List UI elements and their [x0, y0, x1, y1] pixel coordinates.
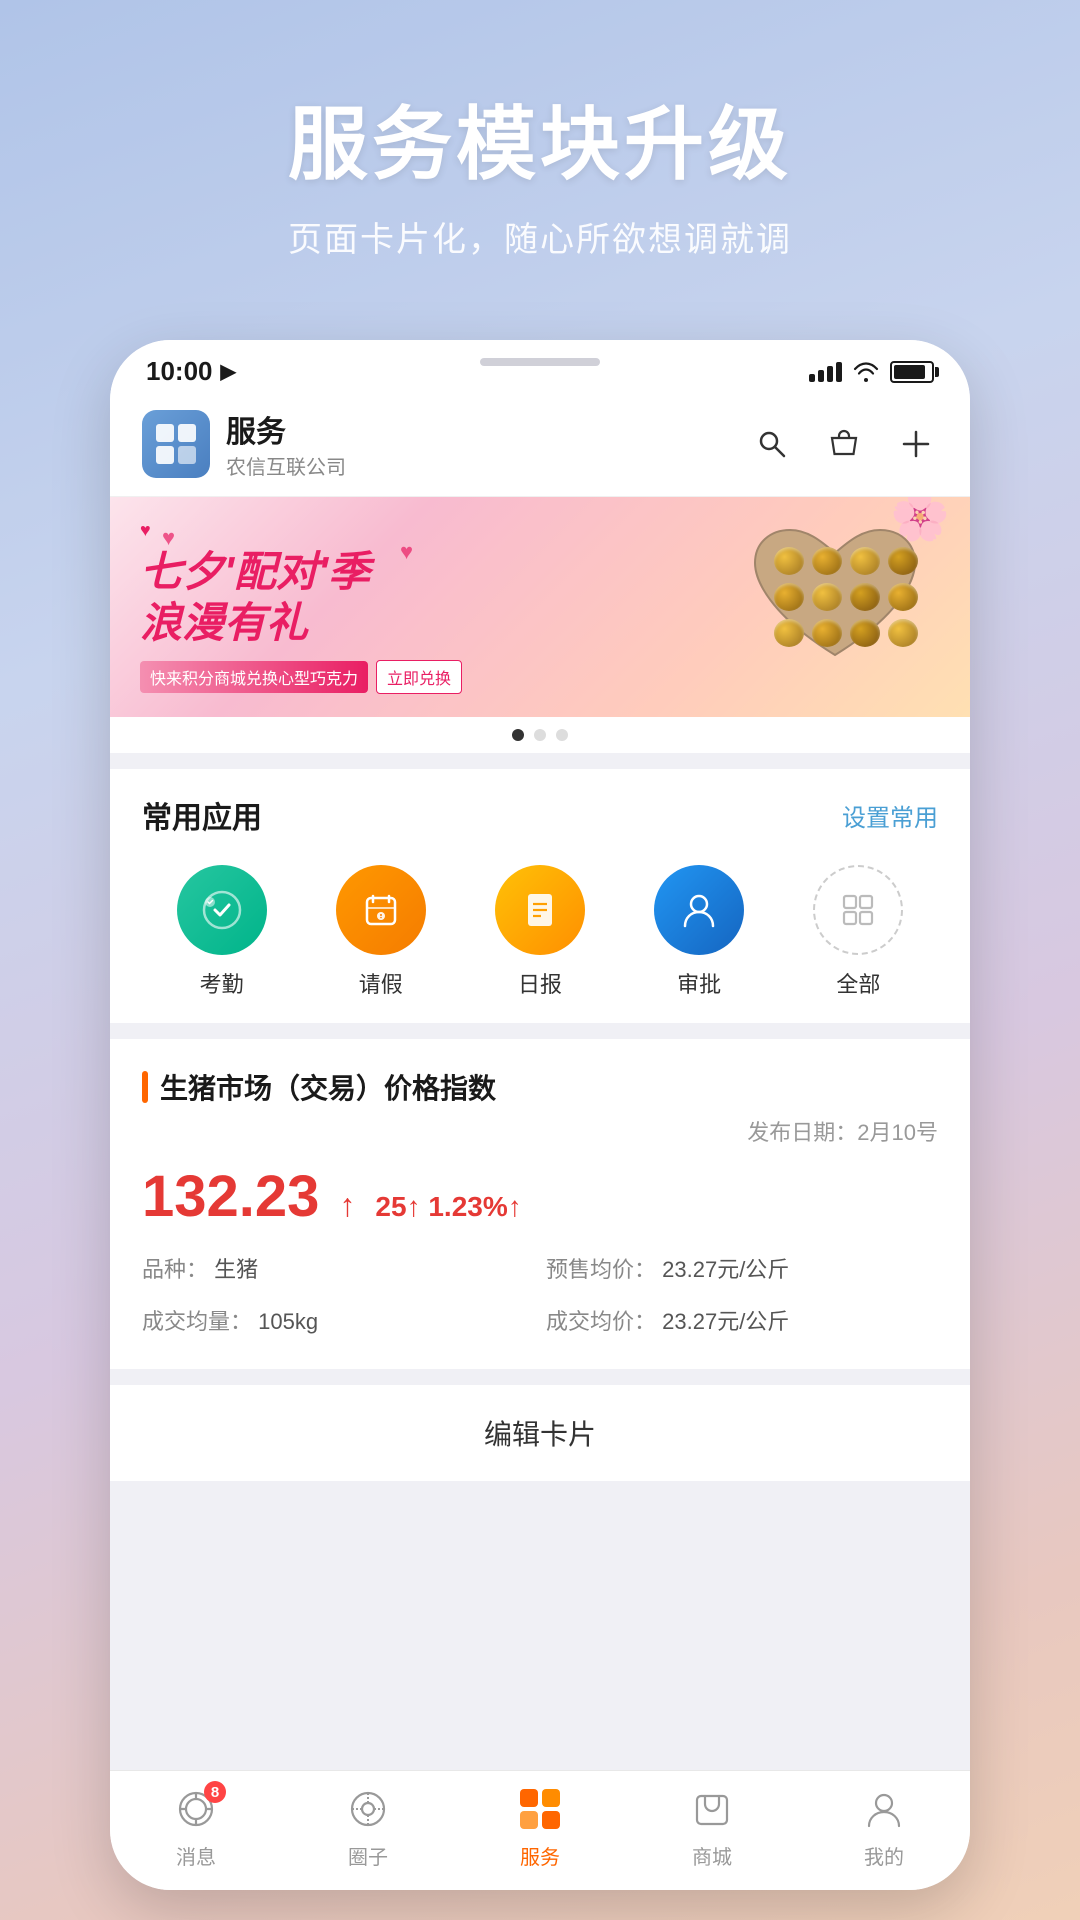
promo-header: 服务模块升级 页面卡片化，随心所欲想调就调 — [0, 80, 1080, 261]
header-actions — [750, 422, 938, 466]
nav-label-mall: 商城 — [692, 1841, 732, 1870]
app-icon-attendance — [177, 865, 267, 955]
dot-3[interactable] — [556, 729, 568, 741]
bottom-nav: 8 消息 圈子 — [110, 1770, 970, 1890]
nav-label-mine: 我的 — [864, 1841, 904, 1870]
app-item-all[interactable]: 全部 — [779, 865, 938, 999]
dot-2[interactable] — [534, 729, 546, 741]
common-apps-section: 常用应用 设置常用 考勤 — [110, 769, 970, 1023]
battery-icon — [890, 361, 934, 383]
nav-item-services[interactable]: 服务 — [454, 1783, 626, 1870]
banner-right — [740, 517, 940, 697]
app-icon-approval — [654, 865, 744, 955]
presale-row: 预售均价： 23.27元/公斤 — [546, 1250, 938, 1290]
app-brand-name: 服务 — [226, 407, 346, 451]
apps-grid: 考勤 — [142, 865, 938, 999]
banner-dots — [110, 717, 970, 753]
banner-tag[interactable]: 快来积分商城兑换心型巧克力 — [140, 661, 368, 693]
banner-left: ♥ 七夕'配对'季 浪漫有礼 快来积分商城兑换心型巧克力 立即兑换 — [140, 520, 740, 694]
choc-grid — [774, 547, 918, 647]
services-icon — [516, 1785, 564, 1833]
set-common-action[interactable]: 设置常用 — [842, 798, 938, 833]
app-icon-report — [495, 865, 585, 955]
price-details: 品种： 生猪 预售均价： 23.27元/公斤 成交均量： 105kg 成交均价：… — [142, 1250, 938, 1341]
price-change: 25↑ 1.23%↑ — [375, 1191, 521, 1223]
app-icon-all — [813, 865, 903, 955]
promo-subtitle: 页面卡片化，随心所欲想调就调 — [0, 212, 1080, 261]
price-index-card: 生猪市场（交易）价格指数 发布日期：2月10号 132.23 ↑ 25↑ 1.2… — [110, 1039, 970, 1369]
variety-row: 品种： 生猪 — [142, 1250, 534, 1290]
app-header: 服务 农信互联公司 — [110, 395, 970, 497]
price-card-header: 生猪市场（交易）价格指数 — [142, 1067, 938, 1107]
app-item-report[interactable]: 日报 — [460, 865, 619, 999]
common-apps-title: 常用应用 — [142, 793, 262, 837]
phone-mockup: 10:00 ▶ — [110, 340, 970, 1890]
nav-label-circles: 圈子 — [348, 1841, 388, 1870]
banner-title-line2: 浪漫有礼 — [140, 598, 740, 648]
nav-icon-wrap-mall — [686, 1783, 738, 1835]
phone-screen: 10:00 ▶ — [110, 340, 970, 1890]
scroll-content[interactable]: 🌸 ♥ 七夕'配对'季 浪漫有礼 快来积分商城兑换心型巧克力 立即兑换 — [110, 497, 970, 1770]
search-icon[interactable] — [750, 422, 794, 466]
nav-icon-wrap-services — [514, 1783, 566, 1835]
nav-item-mine[interactable]: 我的 — [798, 1783, 970, 1870]
status-time: 10:00 ▶ — [146, 356, 236, 387]
app-item-attendance[interactable]: 考勤 — [142, 865, 301, 999]
price-card-title: 生猪市场（交易）价格指数 — [160, 1067, 496, 1107]
nav-item-messages[interactable]: 8 消息 — [110, 1783, 282, 1870]
status-bar: 10:00 ▶ — [110, 340, 970, 395]
mall-icon — [691, 1788, 733, 1830]
signal-icon — [809, 362, 842, 382]
app-item-leave[interactable]: 请假 — [301, 865, 460, 999]
app-label-attendance: 考勤 — [200, 967, 244, 999]
price-value: 132.23 — [142, 1163, 319, 1230]
trade-price-row: 成交均价： 23.27元/公斤 — [546, 1302, 938, 1342]
wifi-icon — [852, 362, 880, 382]
app-label-report: 日报 — [518, 967, 562, 999]
app-logo — [142, 410, 210, 478]
app-label-leave: 请假 — [359, 967, 403, 999]
banner-subtitle: 快来积分商城兑换心型巧克力 立即兑换 — [140, 660, 740, 694]
app-item-approval[interactable]: 审批 — [620, 865, 779, 999]
messages-badge: 8 — [204, 1781, 226, 1803]
nav-item-mall[interactable]: 商城 — [626, 1783, 798, 1870]
phone-notch — [480, 358, 600, 366]
app-label-all: 全部 — [836, 967, 880, 999]
nav-icon-wrap-messages: 8 — [170, 1783, 222, 1835]
promo-title: 服务模块升级 — [0, 80, 1080, 196]
mine-icon — [863, 1788, 905, 1830]
app-brand-sub: 农信互联公司 — [226, 451, 346, 480]
banner-cta[interactable]: 立即兑换 — [376, 660, 462, 694]
heart-deco2: ♥ — [400, 539, 413, 565]
nav-item-circles[interactable]: 圈子 — [282, 1783, 454, 1870]
section-header: 常用应用 设置常用 — [142, 793, 938, 837]
volume-row: 成交均量： 105kg — [142, 1302, 534, 1342]
nav-label-messages: 消息 — [176, 1841, 216, 1870]
add-icon[interactable] — [894, 422, 938, 466]
price-up-arrow: ↑ — [339, 1187, 355, 1224]
app-icon-leave — [336, 865, 426, 955]
price-date: 发布日期：2月10号 — [142, 1115, 938, 1147]
app-brand: 服务 农信互联公司 — [142, 407, 346, 480]
location-icon: ▶ — [221, 359, 236, 384]
price-accent-bar — [142, 1071, 148, 1103]
circles-icon — [347, 1788, 389, 1830]
banner-container[interactable]: 🌸 ♥ 七夕'配对'季 浪漫有礼 快来积分商城兑换心型巧克力 立即兑换 — [110, 497, 970, 717]
banner-section: 🌸 ♥ 七夕'配对'季 浪漫有礼 快来积分商城兑换心型巧克力 立即兑换 — [110, 497, 970, 753]
nav-icon-wrap-mine — [858, 1783, 910, 1835]
heart-deco1: ♥ — [162, 525, 175, 551]
dot-1[interactable] — [512, 729, 524, 741]
bag-icon[interactable] — [822, 422, 866, 466]
nav-icon-wrap-circles — [342, 1783, 394, 1835]
status-icons — [809, 361, 934, 383]
price-main: 132.23 ↑ 25↑ 1.23%↑ — [142, 1163, 938, 1230]
nav-label-services: 服务 — [520, 1841, 560, 1870]
banner-heart-left: ♥ — [140, 520, 740, 541]
edit-card-button[interactable]: 编辑卡片 — [110, 1385, 970, 1481]
banner-title-line1: 七夕'配对'季 — [140, 547, 740, 597]
app-label-approval: 审批 — [677, 967, 721, 999]
